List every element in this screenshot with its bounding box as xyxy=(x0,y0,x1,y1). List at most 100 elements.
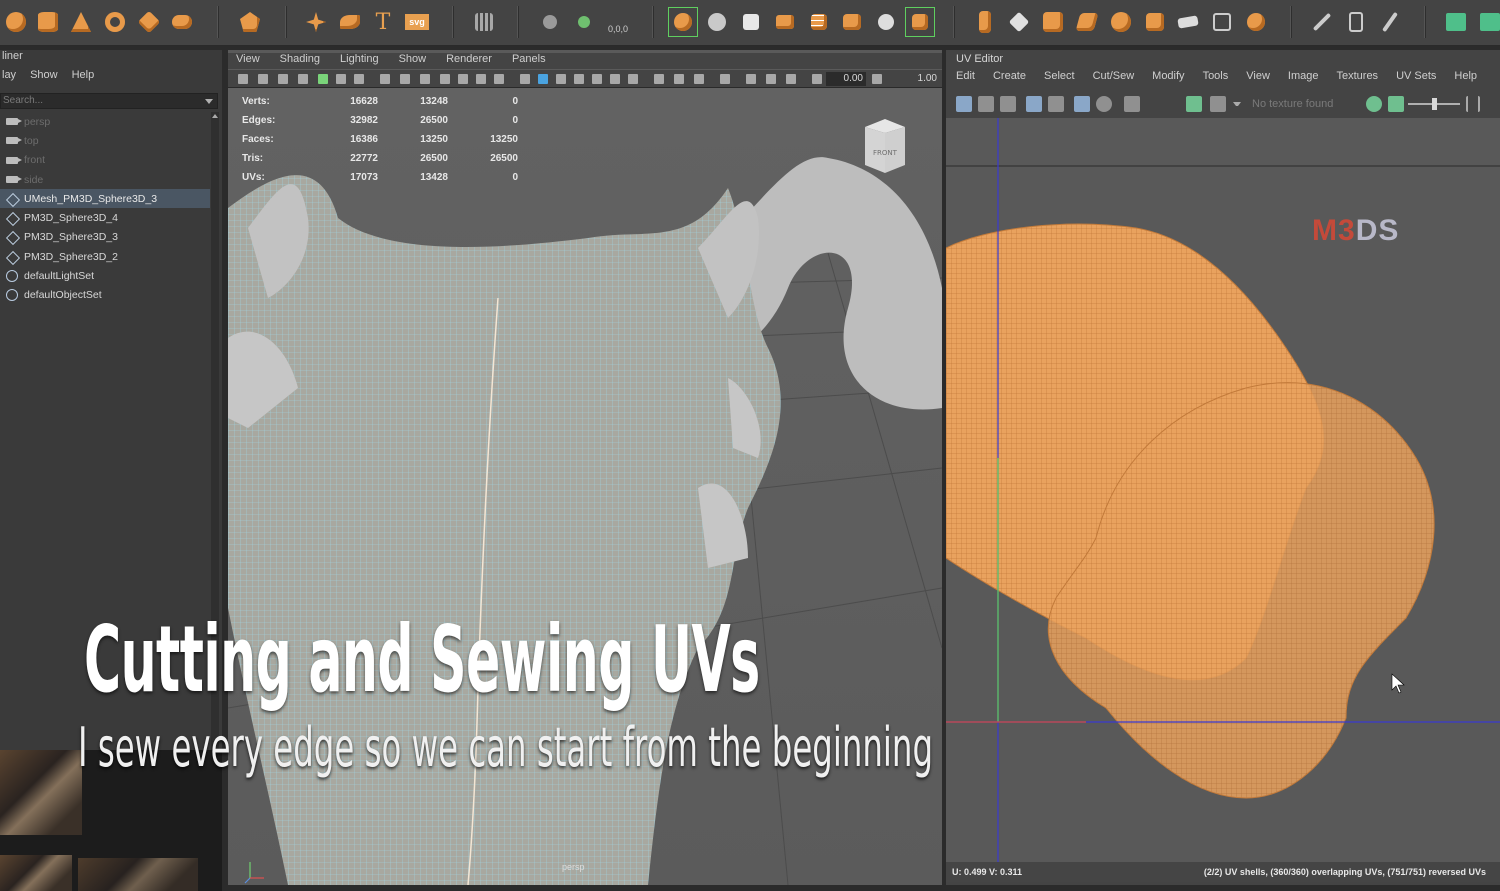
bevel-icon[interactable] xyxy=(971,8,999,36)
outliner-menu-show[interactable]: Show xyxy=(30,69,58,85)
uv-grid-icon[interactable] xyxy=(956,96,972,112)
append-icon[interactable] xyxy=(1073,8,1101,36)
image-plane-icon[interactable] xyxy=(298,74,308,84)
crease-icon[interactable] xyxy=(1242,8,1270,36)
boolean-icon[interactable] xyxy=(805,8,833,36)
fill-hole-icon[interactable] xyxy=(1208,8,1236,36)
uv-exposure-icon[interactable] xyxy=(1366,96,1382,112)
uv-shell-icon[interactable] xyxy=(978,96,994,112)
bridge-icon[interactable] xyxy=(1005,8,1033,36)
smooth-icon[interactable] xyxy=(771,8,799,36)
poly-cone-icon[interactable] xyxy=(67,8,95,36)
uv-menu-textures[interactable]: Textures xyxy=(1336,70,1378,82)
multi-cut-icon[interactable] xyxy=(1107,8,1135,36)
paint-icon[interactable] xyxy=(1342,8,1370,36)
viewcube[interactable]: FRONT xyxy=(861,119,909,173)
outliner-menu-help[interactable]: Help xyxy=(72,69,95,85)
poly-torus-icon[interactable] xyxy=(101,8,129,36)
grid-icon[interactable] xyxy=(470,8,498,36)
smooth-shade-icon[interactable] xyxy=(538,74,548,84)
combine-icon[interactable] xyxy=(668,7,698,37)
viewport-menu-renderer[interactable]: Renderer xyxy=(446,53,492,69)
uv-menu-image[interactable]: Image xyxy=(1288,70,1319,82)
chevron-down-icon[interactable] xyxy=(205,99,213,104)
green-square-icon[interactable] xyxy=(1442,8,1470,36)
sculpt-icon[interactable] xyxy=(872,8,900,36)
svg-icon[interactable]: svg xyxy=(403,8,431,36)
film-gate-icon[interactable] xyxy=(400,74,410,84)
type-text-icon[interactable]: T xyxy=(369,8,397,36)
uv-menu-uv-sets[interactable]: UV Sets xyxy=(1396,70,1436,82)
outliner-search-input[interactable]: Search... xyxy=(0,93,218,109)
isolate-select-icon[interactable] xyxy=(720,74,730,84)
ao-icon[interactable] xyxy=(628,74,638,84)
camera-select-icon[interactable] xyxy=(238,74,248,84)
xray-icon[interactable] xyxy=(746,74,756,84)
uv-menu-tools[interactable]: Tools xyxy=(1203,70,1229,82)
gamma-field[interactable]: 1.00 xyxy=(884,72,940,86)
dragon-thumbnail[interactable] xyxy=(0,855,72,891)
scroll-up-icon[interactable] xyxy=(212,114,218,118)
extrude-icon[interactable] xyxy=(1039,8,1067,36)
uv-image-icon[interactable] xyxy=(1000,96,1016,112)
viewport-menu-view[interactable]: View xyxy=(236,53,260,69)
uv-menu-create[interactable]: Create xyxy=(993,70,1026,82)
star-icon[interactable] xyxy=(302,8,330,36)
uv-checker-icon[interactable] xyxy=(1210,96,1226,112)
outliner-item[interactable]: persp xyxy=(0,112,210,131)
outliner-menu-display[interactable]: lay xyxy=(2,69,16,85)
outliner-item[interactable]: PM3D_Sphere3D_3 xyxy=(0,228,210,247)
uv-layout-icon[interactable] xyxy=(905,7,935,37)
uv-checker-toggle-icon[interactable] xyxy=(1048,96,1064,112)
viewport-menu-shading[interactable]: Shading xyxy=(280,53,320,69)
chevron-down-icon[interactable] xyxy=(1233,102,1241,106)
uv-snapshot-icon[interactable] xyxy=(1124,96,1140,112)
uv-exposure-slider[interactable] xyxy=(1408,98,1460,110)
wireframe-icon[interactable] xyxy=(520,74,530,84)
xray-active-icon[interactable] xyxy=(786,74,796,84)
gamma-icon[interactable] xyxy=(872,74,882,84)
grease-icon[interactable] xyxy=(354,74,364,84)
uv-texture-toggle-icon[interactable] xyxy=(1186,96,1202,112)
poly-sphere-icon[interactable] xyxy=(2,8,30,36)
super-shape-icon[interactable] xyxy=(336,8,364,36)
2d-pan-icon[interactable] xyxy=(336,74,346,84)
anti-alias-icon[interactable] xyxy=(674,74,684,84)
uv-distortion-icon[interactable] xyxy=(1096,96,1112,112)
textured-icon[interactable] xyxy=(574,74,584,84)
lights-icon[interactable] xyxy=(592,74,602,84)
viewport-menu-lighting[interactable]: Lighting xyxy=(340,53,379,69)
outliner-item[interactable]: defaultLightSet xyxy=(0,266,210,285)
shadows-icon[interactable] xyxy=(610,74,620,84)
safe-action-icon[interactable] xyxy=(476,74,486,84)
uv-display-icon[interactable] xyxy=(1026,96,1042,112)
uv-gamma-icon[interactable] xyxy=(1388,96,1404,112)
uv-menu-modify[interactable]: Modify xyxy=(1152,70,1184,82)
viewport-menu-show[interactable]: Show xyxy=(399,53,427,69)
mirror-icon[interactable] xyxy=(838,8,866,36)
collapse-icon[interactable] xyxy=(1174,8,1202,36)
poly-pipe-icon[interactable] xyxy=(168,8,196,36)
outliner-item[interactable]: front xyxy=(0,151,210,170)
sculpt-brush-icon[interactable] xyxy=(1376,8,1404,36)
poly-cylinder-icon[interactable] xyxy=(34,8,62,36)
default-material-icon[interactable] xyxy=(556,74,566,84)
exposure-field[interactable]: 0.00 xyxy=(826,72,866,86)
pivot-icon[interactable] xyxy=(536,8,564,36)
viewport-menu-panels[interactable]: Panels xyxy=(512,53,546,69)
safe-title-icon[interactable] xyxy=(494,74,504,84)
exposure-icon[interactable] xyxy=(812,74,822,84)
uv-canvas[interactable]: M3DS xyxy=(946,118,1500,868)
uv-menu-help[interactable]: Help xyxy=(1454,70,1477,82)
poly-plane-icon[interactable] xyxy=(135,8,163,36)
xray-joints-icon[interactable] xyxy=(766,74,776,84)
pen-icon[interactable] xyxy=(1308,8,1336,36)
outliner-item[interactable]: UMesh_PM3D_Sphere3D_3 xyxy=(0,189,210,209)
dragon-thumbnail[interactable] xyxy=(78,858,198,891)
camera-attributes-icon[interactable] xyxy=(258,74,268,84)
extract-icon[interactable] xyxy=(737,8,765,36)
slider-knob[interactable] xyxy=(1432,98,1437,110)
uv-panel-expand-icon[interactable] xyxy=(1466,96,1480,112)
grease-pencil-icon[interactable] xyxy=(318,74,328,84)
platonic-solid-icon[interactable] xyxy=(236,8,264,36)
